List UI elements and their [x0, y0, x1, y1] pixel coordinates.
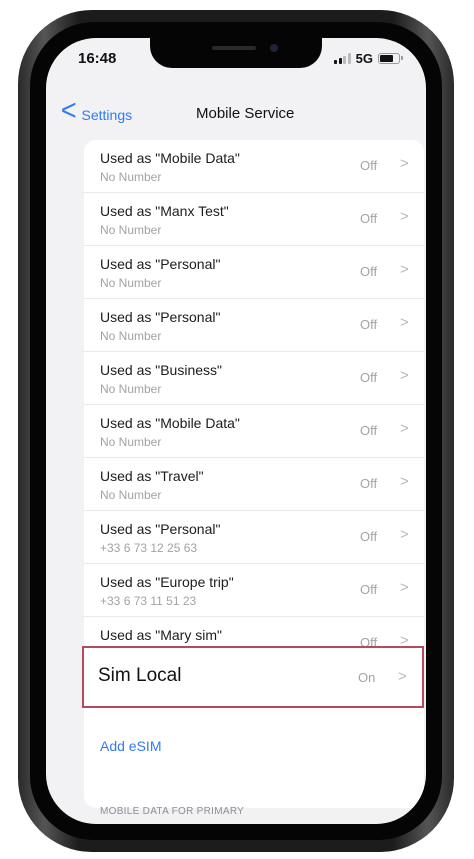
status-time: 16:48: [78, 50, 117, 67]
screen: 16:48 5G < Settings Mobile Service Used …: [46, 38, 426, 824]
line-row[interactable]: Used as "Travel" No Number Off >: [84, 458, 424, 511]
navigation-bar: < Settings Mobile Service: [46, 90, 426, 140]
line-number: No Number: [100, 170, 162, 184]
line-status: Off: [360, 476, 378, 491]
line-status: Off: [360, 264, 378, 279]
section-footer: MOBILE DATA FOR PRIMARY: [100, 806, 245, 817]
notch: [150, 38, 322, 68]
status-indicators: 5G: [334, 50, 403, 66]
chevron-right-icon: >: [400, 208, 409, 225]
battery-icon: [378, 52, 403, 64]
back-label: Settings: [81, 107, 133, 123]
line-title: Used as "Europe trip": [100, 574, 234, 590]
line-status: Off: [360, 158, 378, 173]
line-row[interactable]: Used as "Mobile Data" No Number Off >: [84, 140, 424, 193]
line-number: No Number: [100, 488, 162, 502]
chevron-right-icon: >: [400, 420, 409, 437]
line-number: No Number: [100, 329, 162, 343]
line-status: Off: [360, 211, 378, 226]
line-title: Used as "Personal": [100, 309, 221, 325]
chevron-right-icon: >: [400, 261, 409, 278]
line-title: Used as "Travel": [100, 468, 204, 484]
sim-local-row[interactable]: Sim Local On >: [82, 646, 424, 708]
line-title: Used as "Manx Test": [100, 203, 229, 219]
line-number: No Number: [100, 382, 162, 396]
line-number: +33 6 73 11 51 23: [100, 594, 197, 608]
network-type: 5G: [355, 50, 373, 66]
chevron-right-icon: >: [400, 579, 409, 596]
line-title: Used as "Mobile Data": [100, 150, 240, 166]
page-title: Mobile Service: [196, 105, 295, 122]
line-status: Off: [360, 423, 378, 438]
line-row[interactable]: Used as "Business" No Number Off >: [84, 352, 424, 405]
sim-local-label: Sim Local: [98, 665, 182, 686]
line-row[interactable]: Used as "Manx Test" No Number Off >: [84, 193, 424, 246]
chevron-right-icon: >: [400, 473, 409, 490]
line-title: Used as "Personal": [100, 521, 221, 537]
phone-frame: 16:48 5G < Settings Mobile Service Used …: [18, 10, 454, 852]
line-row[interactable]: Used as "Europe trip" +33 6 73 11 51 23 Of…: [84, 564, 424, 617]
chevron-right-icon: >: [400, 367, 409, 384]
speaker-grille: [212, 46, 256, 50]
chevron-right-icon: >: [398, 668, 407, 685]
front-camera: [270, 44, 278, 52]
line-status: Off: [360, 370, 378, 385]
line-number: +33 6 73 12 25 63: [100, 541, 198, 555]
line-title: Used as "Mobile Data": [100, 415, 240, 431]
sim-local-status: On: [358, 670, 376, 685]
line-status: Off: [360, 529, 378, 544]
line-number: No Number: [100, 223, 162, 237]
line-title: Used as "Personal": [100, 256, 221, 272]
line-number: No Number: [100, 435, 162, 449]
chevron-right-icon: >: [400, 526, 409, 543]
signal-icon: [334, 52, 351, 64]
add-esim-button[interactable]: Add eSIM: [100, 738, 161, 754]
line-number: No Number: [100, 276, 162, 290]
line-status: Off: [360, 317, 378, 332]
line-row[interactable]: Used as "Personal" No Number Off >: [84, 246, 424, 299]
line-row[interactable]: Used as "Personal" +33 6 73 12 25 63 Off >: [84, 511, 424, 564]
chevron-right-icon: >: [400, 155, 409, 172]
line-status: Off: [360, 582, 378, 597]
back-button[interactable]: < Settings: [60, 96, 132, 126]
chevron-left-icon: <: [60, 94, 77, 127]
line-row[interactable]: Used as "Personal" No Number Off >: [84, 299, 424, 352]
line-title: Used as "Business": [100, 362, 222, 378]
chevron-right-icon: >: [400, 314, 409, 331]
line-row[interactable]: Used as "Mobile Data" No Number Off >: [84, 405, 424, 458]
line-title: Used as "Mary sim": [100, 627, 222, 643]
